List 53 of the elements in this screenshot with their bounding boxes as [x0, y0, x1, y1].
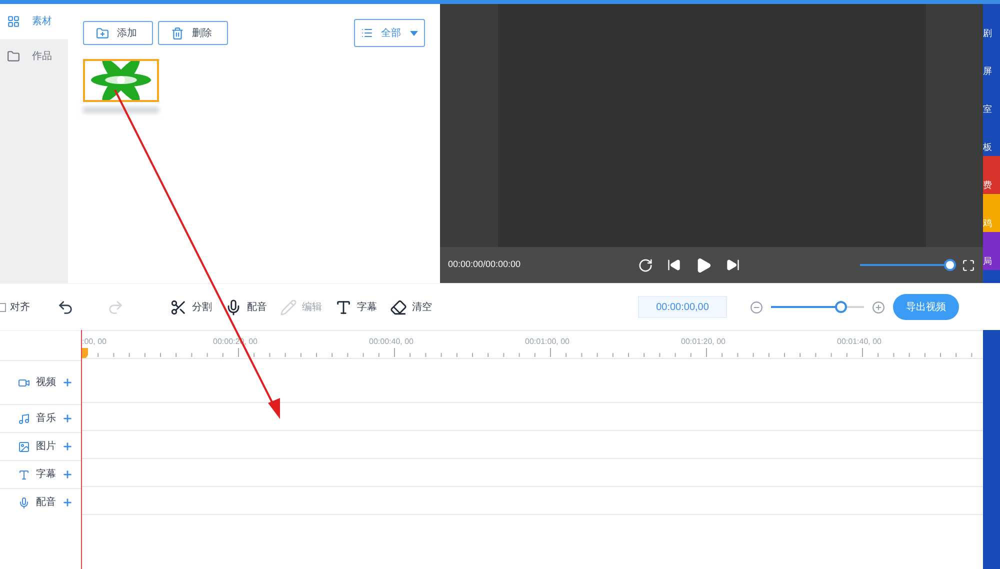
zoom-in-icon[interactable]	[872, 300, 885, 314]
grid-icon	[7, 15, 20, 28]
media-thumbnail[interactable]	[83, 59, 159, 102]
tool-button[interactable]: 分割	[170, 298, 212, 316]
undo-icon[interactable]	[57, 298, 74, 316]
ruler-label: 00:01:20, 00	[681, 336, 726, 348]
text-icon	[18, 468, 30, 480]
previous-icon[interactable]	[667, 258, 681, 272]
add-icon[interactable]	[62, 413, 73, 424]
toolbar-button[interactable]: 删除	[158, 21, 228, 45]
side-strip-item[interactable]: 局	[983, 232, 1000, 270]
replay-icon[interactable]	[638, 258, 653, 272]
text-icon	[335, 298, 352, 316]
track-label: 配音	[36, 496, 56, 510]
add-icon[interactable]	[62, 377, 73, 388]
zoom-out-icon[interactable]	[750, 300, 763, 314]
video-icon	[18, 376, 30, 388]
sidebar-tab[interactable]: 作品	[0, 39, 68, 74]
side-strip-item[interactable]: 费	[983, 156, 1000, 194]
tool-button[interactable]: 配音	[225, 298, 267, 316]
tool-button[interactable]: 字幕	[335, 298, 377, 316]
folder-icon	[7, 50, 20, 63]
slider-thumb[interactable]	[834, 301, 847, 313]
track-label: 图片	[36, 440, 56, 454]
time-display: 00:00:00/00:00:00	[448, 258, 522, 272]
add-icon[interactable]	[62, 441, 73, 452]
align-label: 对齐	[10, 300, 30, 314]
slider-thumb[interactable]	[944, 259, 956, 271]
track-label: 视频	[36, 376, 56, 390]
image-icon	[18, 440, 30, 452]
playhead-marker[interactable]	[82, 348, 88, 358]
toolbar-button[interactable]: 添加	[83, 21, 153, 45]
trash-icon	[171, 26, 184, 40]
ruler-label: 00:01:00, 00	[525, 336, 570, 348]
scissors-icon	[170, 298, 187, 316]
ruler-label: :00, 00	[82, 336, 106, 348]
tool-button[interactable]: 清空	[390, 298, 432, 316]
add-icon[interactable]	[62, 469, 73, 480]
next-icon[interactable]	[726, 258, 740, 272]
microphone-icon	[18, 496, 30, 508]
track-label: 字幕	[36, 468, 56, 482]
add-icon[interactable]	[62, 497, 73, 508]
caret-icon	[410, 30, 418, 36]
ruler-label: 00:00:40, 00	[369, 336, 414, 348]
microphone-icon	[225, 298, 242, 316]
track-label: 音乐	[36, 412, 56, 426]
fullscreen-icon[interactable]	[962, 258, 975, 272]
play-icon[interactable]	[695, 256, 712, 274]
eraser-icon	[390, 298, 407, 316]
folder-plus-icon	[96, 26, 109, 40]
pencil-icon	[280, 298, 297, 316]
music-note-icon	[18, 412, 30, 424]
ruler-label: 00:01:40, 00	[837, 336, 882, 348]
